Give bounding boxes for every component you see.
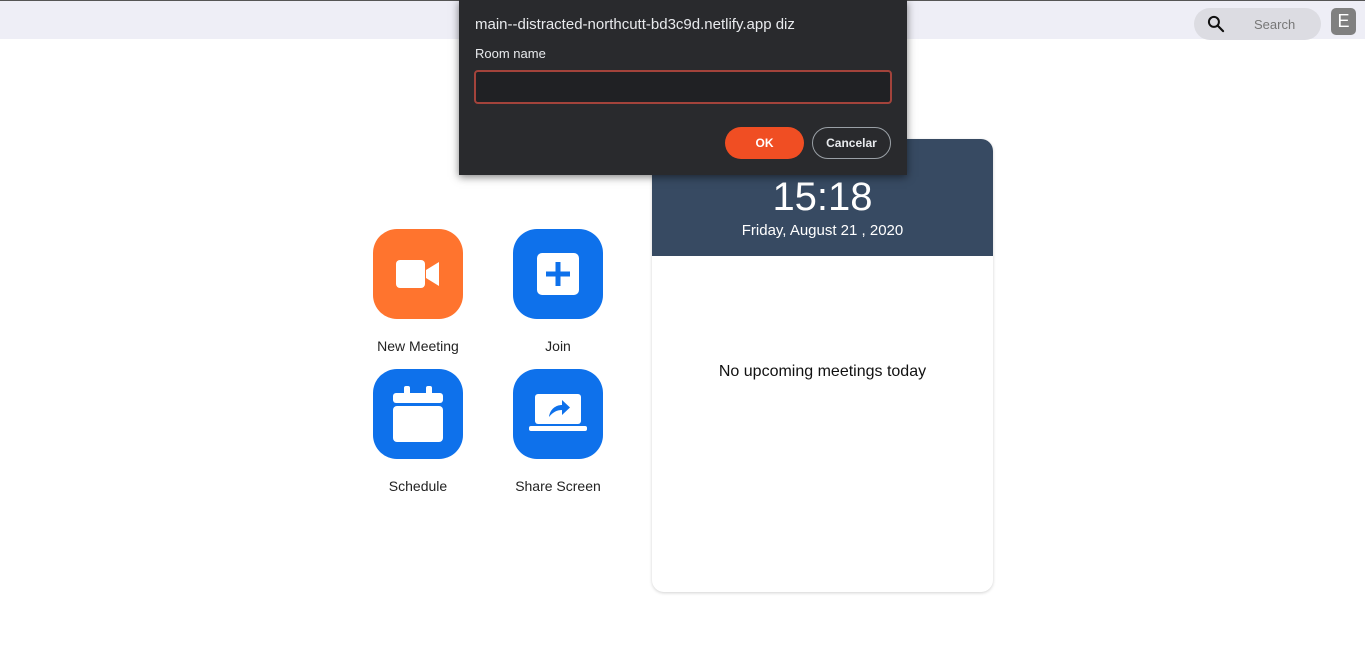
- room-name-label: Room name: [475, 46, 546, 61]
- no-meetings-message: No upcoming meetings today: [718, 363, 927, 380]
- upcoming-meetings-card: 15:18 Friday, August 21 , 2020 No upcomi…: [652, 139, 993, 592]
- calendar-icon: [393, 386, 443, 442]
- prompt-dialog: main--distracted-northcutt-bd3c9d.netlif…: [459, 0, 907, 175]
- room-name-input[interactable]: [474, 70, 892, 104]
- search-icon: [1207, 15, 1225, 33]
- join-label: Join: [545, 338, 571, 354]
- new-meeting-button[interactable]: [373, 229, 463, 319]
- dialog-title: main--distracted-northcutt-bd3c9d.netlif…: [475, 16, 795, 33]
- video-camera-icon: [396, 260, 439, 288]
- search-placeholder: Search: [1254, 17, 1296, 32]
- share-screen-label: Share Screen: [515, 478, 601, 494]
- share-screen-button[interactable]: [513, 369, 603, 459]
- join-action: Join: [503, 229, 613, 354]
- plus-square-icon: [537, 253, 579, 295]
- ok-button[interactable]: OK: [725, 127, 804, 159]
- schedule-action: Schedule: [363, 369, 473, 494]
- schedule-button[interactable]: [373, 369, 463, 459]
- cancel-button[interactable]: Cancelar: [812, 127, 891, 159]
- avatar[interactable]: E: [1331, 8, 1356, 35]
- join-button[interactable]: [513, 229, 603, 319]
- new-meeting-action: New Meeting: [363, 229, 473, 354]
- current-date: Friday, August 21 , 2020: [741, 222, 904, 239]
- new-meeting-label: New Meeting: [377, 338, 459, 354]
- schedule-label: Schedule: [388, 478, 448, 494]
- share-screen-icon: [529, 394, 587, 431]
- search-box[interactable]: Search: [1194, 8, 1321, 40]
- share-screen-action: Share Screen: [503, 369, 613, 494]
